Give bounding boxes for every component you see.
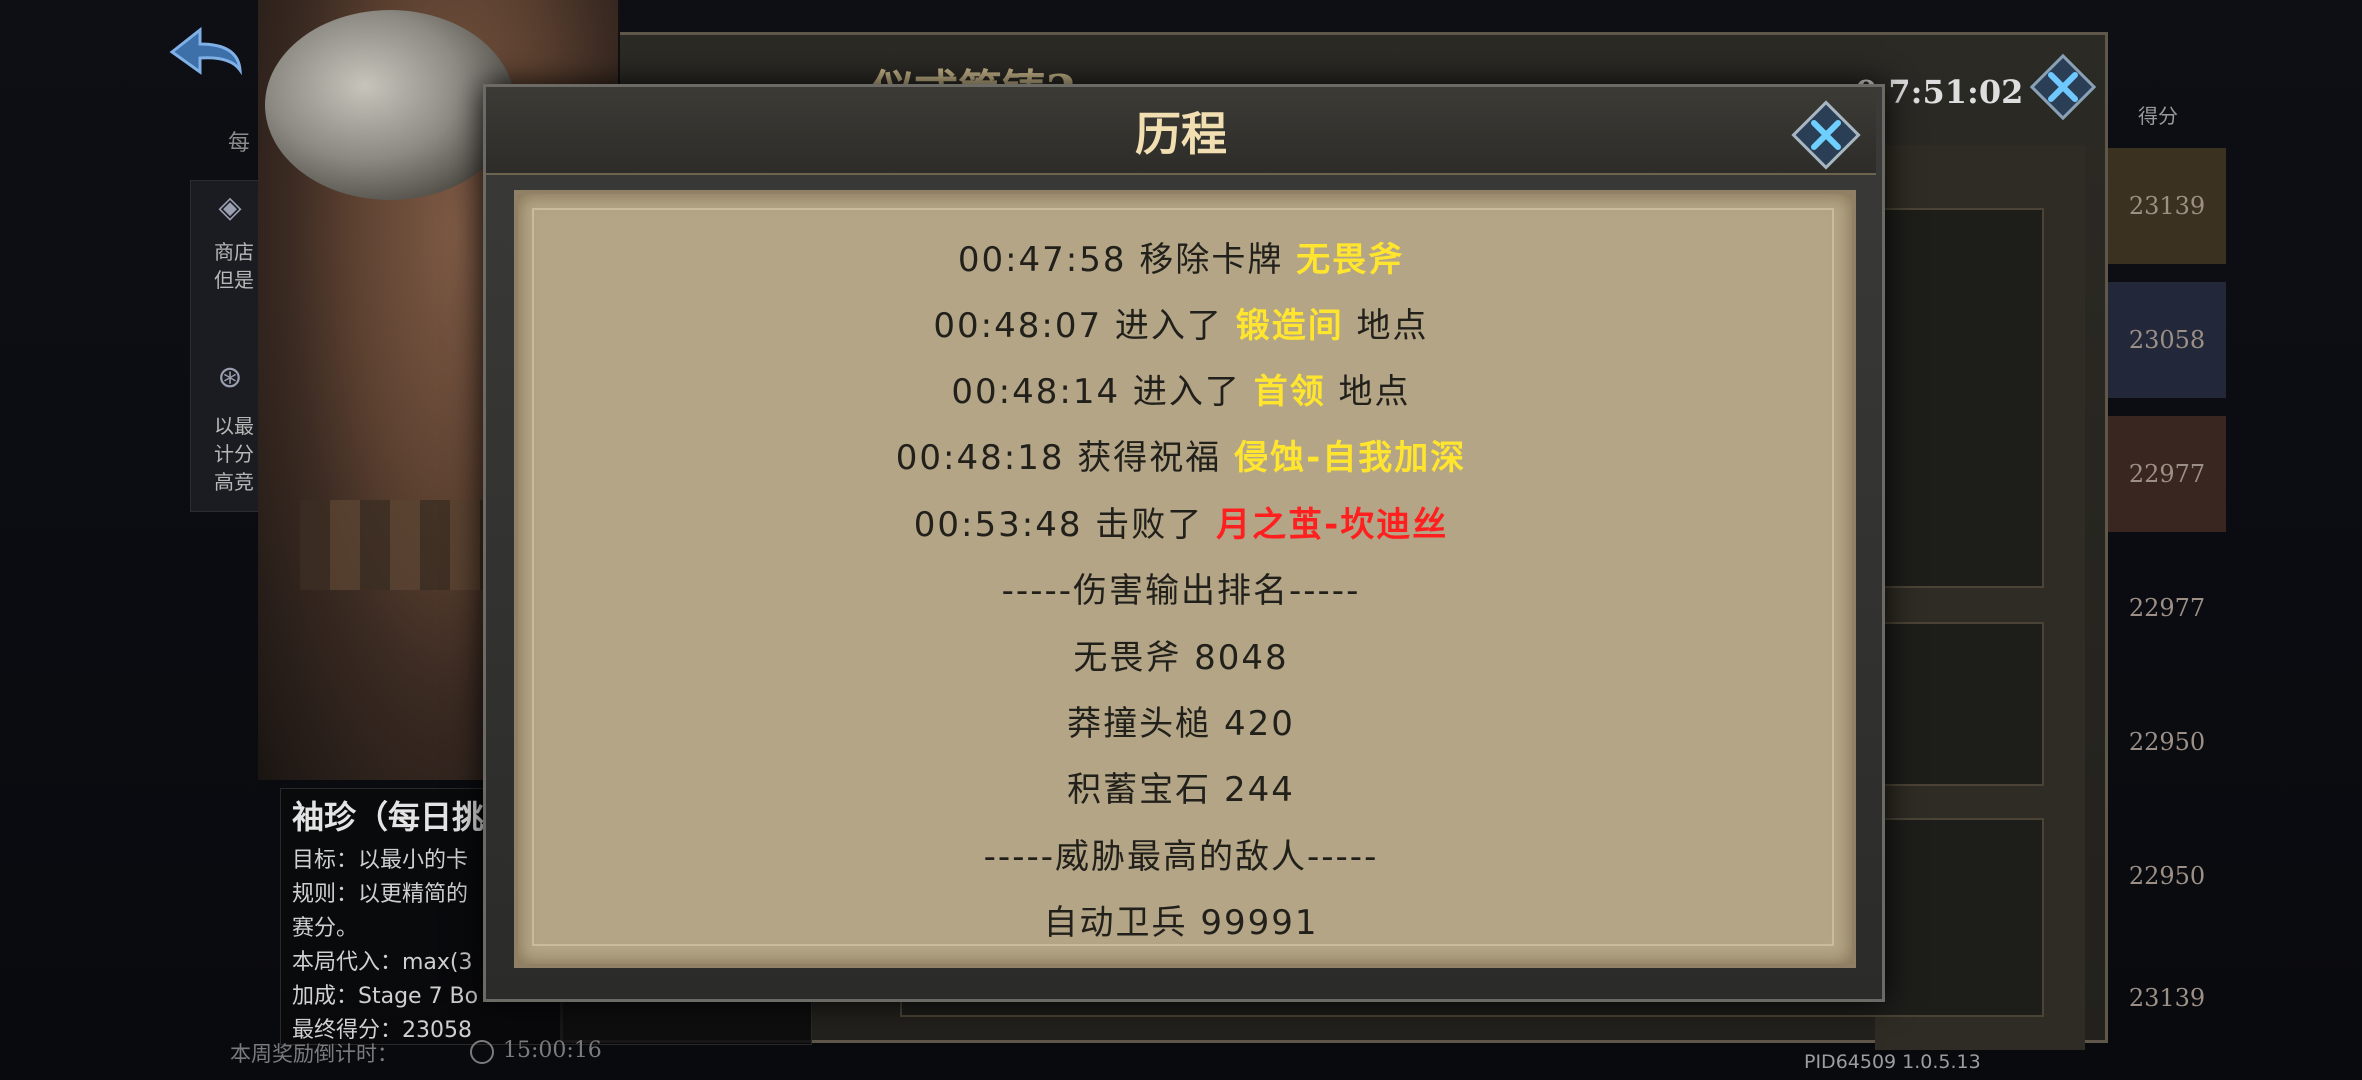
back-label: 每 — [228, 131, 251, 156]
left-panel-text-2c: 高竞 — [214, 470, 254, 494]
info-goal: 目标：以最小的卡 — [292, 848, 469, 873]
info-rule: 规则：以更精简的 — [292, 882, 469, 907]
ranking-card[interactable] — [1870, 208, 2044, 588]
close-icon[interactable] — [1788, 97, 1864, 173]
left-panel-text-2a: 以最 — [214, 414, 254, 438]
score-cell: 22977 — [2128, 594, 2206, 622]
damage-entry: 积蓄宝石 244 — [1067, 770, 1295, 810]
info-rule-cont: 赛分。 — [292, 916, 359, 941]
info-round-input: 本局代入：max(3 — [292, 950, 473, 975]
version-label: PID64509 1.0.5.13 — [1804, 1051, 1981, 1073]
countdown-label: 本周奖励倒计时： — [230, 1042, 398, 1066]
score-cell: 22977 — [2108, 416, 2226, 532]
log-line: 00:48:07 进入了 锻造间 地点 — [933, 306, 1429, 346]
left-panel-text-1a: 商店 — [214, 240, 254, 264]
countdown-value: 15:00:16 — [503, 1038, 602, 1063]
score-cell: 23058 — [2108, 282, 2226, 398]
log-line: 00:53:48 击败了 月之茧-坎迪丝 — [913, 505, 1449, 545]
score-cell: 23139 — [2108, 148, 2226, 264]
left-panel-text-1b: 但是 — [214, 268, 254, 292]
damage-entry: 莽撞头槌 420 — [1067, 704, 1295, 744]
damage-ranking-header: -----伤害输出排名----- — [1001, 571, 1361, 611]
shop-icon: ◈ — [218, 190, 242, 225]
score-cell: 22950 — [2128, 862, 2206, 890]
threat-header: -----威胁最高的敌人----- — [983, 837, 1379, 877]
threat-entry: 自动卫兵 99991 — [1043, 903, 1319, 943]
clock-icon — [470, 1040, 494, 1064]
score-cell: 22950 — [2128, 728, 2206, 756]
log-line: 00:47:58 移除卡牌 无畏斧 — [957, 240, 1405, 280]
character-hair — [265, 10, 515, 200]
ranking-card[interactable] — [1870, 622, 2044, 786]
score-cell: 23139 — [2128, 984, 2206, 1012]
info-bonus: 加成：Stage 7 Bo — [292, 984, 479, 1009]
score-header: 得分 — [2138, 104, 2178, 128]
damage-entry: 无畏斧 8048 — [1073, 638, 1289, 678]
history-modal-title: 历程 — [1135, 107, 1227, 161]
log-line: 00:48:18 获得祝福 侵蚀-自我加深 — [895, 438, 1467, 478]
back-arrow-icon[interactable] — [160, 22, 250, 92]
left-panel-text-2b: 计分 — [214, 442, 254, 466]
character-name: 袖珍（每日挑 — [292, 798, 485, 836]
target-icon: ⊛ — [217, 360, 243, 395]
ranking-close-icon[interactable] — [2028, 52, 2098, 122]
log-line: 00:48:14 进入了 首领 地点 — [951, 372, 1411, 412]
